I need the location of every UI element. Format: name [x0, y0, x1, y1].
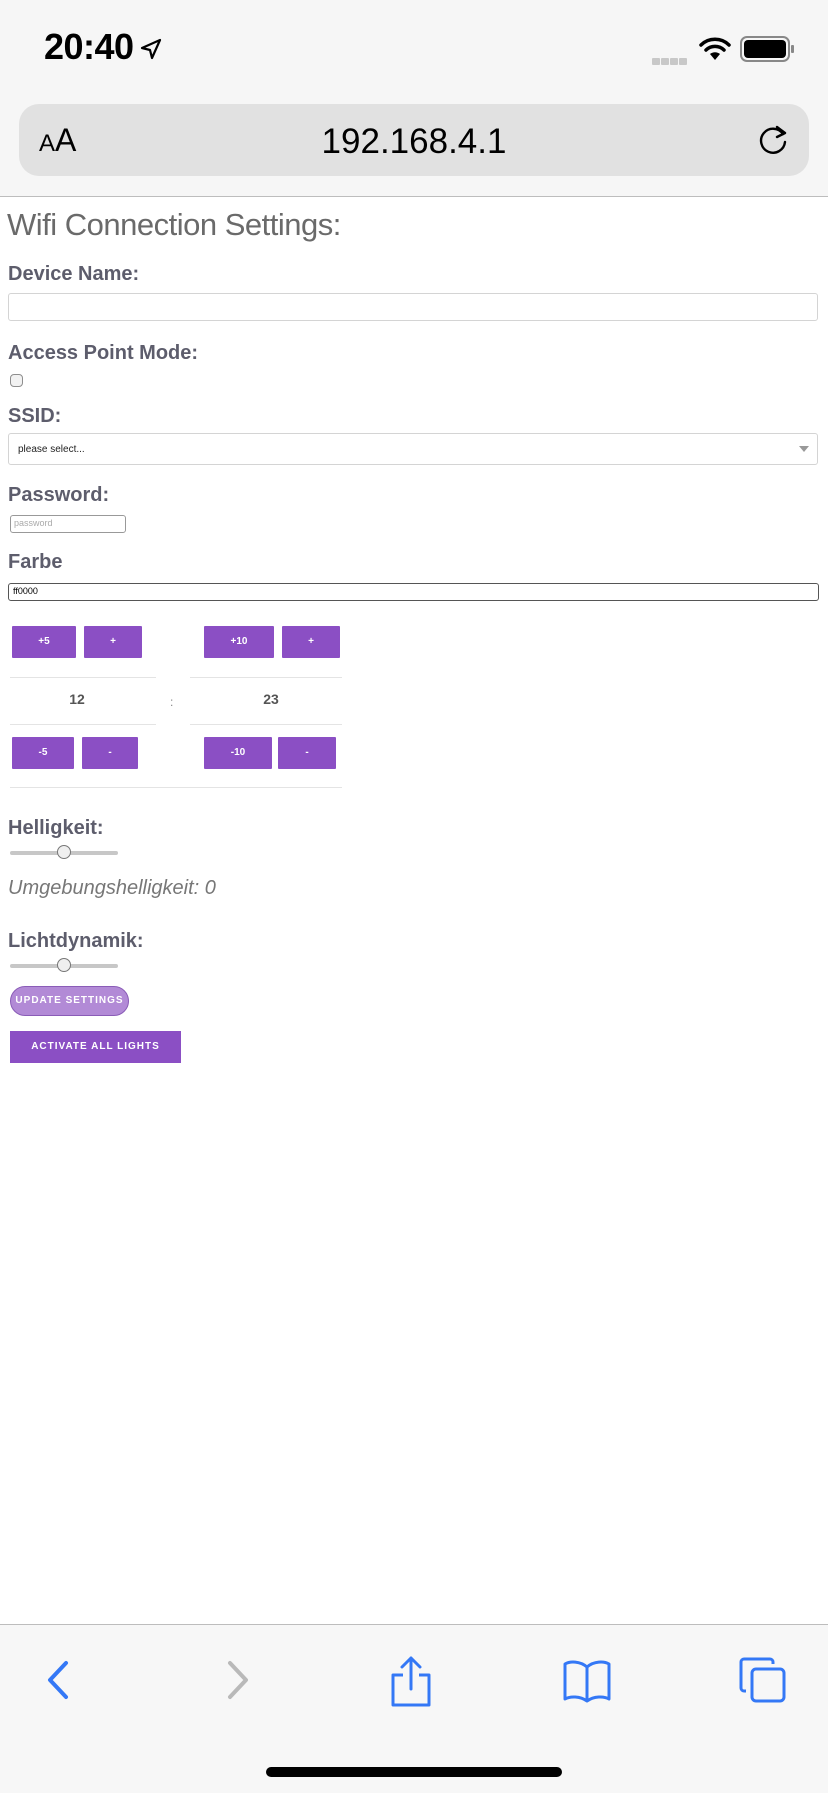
status-time: 20:40	[44, 26, 134, 67]
time-separator: :	[170, 695, 174, 709]
page-title: Wifi Connection Settings:	[7, 207, 341, 242]
battery-icon	[740, 36, 794, 62]
color-label: Farbe	[8, 551, 63, 573]
ssid-select[interactable]: please select...	[8, 433, 818, 465]
divider	[190, 677, 342, 678]
light-dynamics-slider-thumb[interactable]	[57, 958, 71, 972]
chevron-down-icon	[799, 446, 809, 452]
divider	[10, 787, 342, 788]
access-point-mode-checkbox[interactable]	[10, 374, 23, 387]
device-name-input[interactable]	[8, 293, 818, 321]
device-name-label: Device Name:	[8, 263, 140, 285]
brightness-slider-thumb[interactable]	[57, 845, 71, 859]
url-text[interactable]: 192.168.4.1	[19, 122, 809, 162]
password-input[interactable]: password	[10, 515, 126, 533]
hours-minus-5-button[interactable]: -5	[12, 737, 74, 769]
brightness-slider[interactable]	[10, 845, 118, 859]
light-dynamics-label: Lichtdynamik:	[8, 930, 144, 952]
update-settings-button[interactable]: UPDATE SETTINGS	[10, 986, 129, 1016]
divider	[10, 677, 156, 678]
brightness-label: Helligkeit:	[8, 817, 104, 839]
divider	[10, 724, 156, 725]
bookmarks-icon[interactable]	[562, 1655, 612, 1705]
minutes-plus-button[interactable]: +	[282, 626, 340, 658]
divider	[190, 724, 342, 725]
ambient-brightness-text: Umgebungshelligkeit: 0	[8, 877, 216, 899]
password-label: Password:	[8, 484, 110, 506]
color-input[interactable]: ff0000	[8, 583, 819, 601]
minutes-minus-10-button[interactable]: -10	[204, 737, 272, 769]
activate-all-lights-button[interactable]: ACTIVATE ALL LIGHTS	[10, 1031, 181, 1063]
tabs-icon[interactable]	[738, 1655, 788, 1705]
browser-toolbar	[0, 1624, 828, 1793]
minutes-value: 23	[263, 691, 279, 707]
light-dynamics-slider[interactable]	[10, 958, 118, 972]
share-icon[interactable]	[388, 1655, 434, 1709]
cellular-signal-icon	[652, 52, 688, 70]
page-content: Wifi Connection Settings: Device Name: A…	[0, 197, 828, 1624]
minutes-minus-button[interactable]: -	[278, 737, 336, 769]
hours-plus-5-button[interactable]: +5	[12, 626, 76, 658]
browser-address-area: AA 192.168.4.1	[0, 94, 828, 197]
access-point-mode-label: Access Point Mode:	[8, 342, 199, 364]
address-bar[interactable]: AA 192.168.4.1	[19, 104, 809, 176]
status-bar: 20:40	[0, 0, 828, 94]
hours-value: 12	[69, 691, 85, 707]
forward-icon	[228, 1661, 248, 1699]
home-indicator	[266, 1767, 562, 1777]
hours-minus-button[interactable]: -	[82, 737, 138, 769]
ssid-label: SSID:	[8, 405, 62, 427]
wifi-icon	[699, 37, 731, 60]
hours-plus-button[interactable]: +	[84, 626, 142, 658]
back-icon[interactable]	[40, 1655, 80, 1705]
reload-icon[interactable]	[755, 122, 791, 158]
minutes-plus-10-button[interactable]: +10	[204, 626, 274, 658]
password-placeholder: password	[14, 518, 53, 528]
location-arrow-icon	[140, 38, 162, 60]
ssid-selected-value: please select...	[18, 444, 85, 455]
